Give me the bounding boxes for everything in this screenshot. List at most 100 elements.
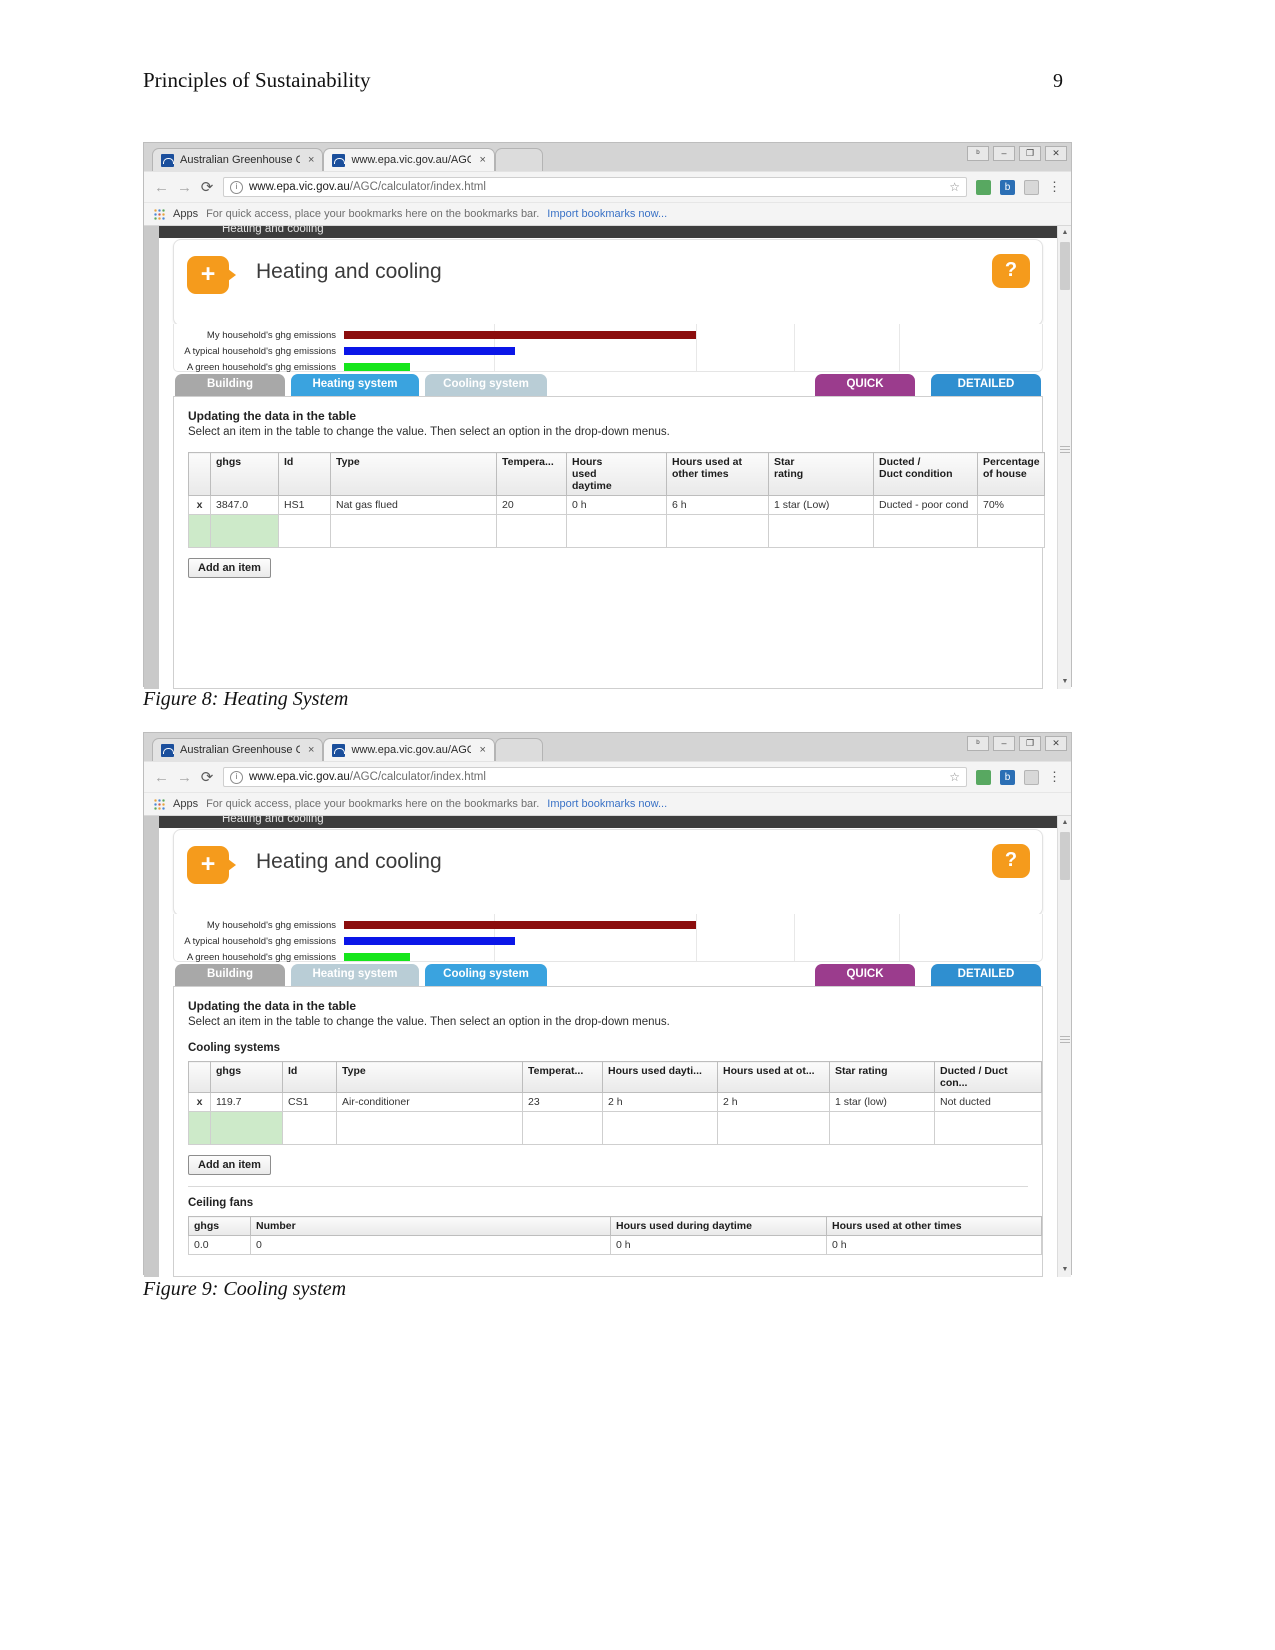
tab-detailed[interactable]: DETAILED — [931, 964, 1041, 986]
help-icon[interactable]: ? — [992, 254, 1030, 288]
bookmark-star-icon[interactable]: ☆ — [949, 180, 960, 194]
url-bar[interactable]: i www.epa.vic.gov.au/AGC/calculator/inde… — [223, 767, 967, 787]
back-icon[interactable]: ← — [154, 179, 169, 196]
cell-hours-other[interactable]: 0 h — [826, 1235, 1042, 1255]
forward-icon[interactable]: → — [177, 769, 192, 786]
import-bookmarks-link[interactable]: Import bookmarks now... — [547, 798, 667, 810]
reload-icon[interactable]: ⟳ — [200, 178, 214, 196]
browser-menu-icon[interactable]: ⋮ — [1048, 770, 1061, 783]
cell-temperature[interactable]: 20 — [496, 495, 567, 515]
tab-quick[interactable]: QUICK — [815, 964, 915, 986]
cell-hours-daytime[interactable]: 0 h — [610, 1235, 827, 1255]
apps-grid-icon[interactable] — [154, 208, 165, 220]
minimize-button[interactable]: – — [993, 736, 1015, 751]
scrollbar-grip-icon[interactable] — [1060, 446, 1070, 455]
tab-heating-system[interactable]: Heating system — [291, 374, 419, 396]
tab-cooling-system[interactable]: Cooling system — [425, 374, 547, 396]
close-icon[interactable]: × — [308, 154, 314, 166]
browser-tabstrip[interactable]: Australian Greenhouse C × www.epa.vic.go… — [144, 733, 1071, 761]
cell-id[interactable]: HS1 — [278, 495, 331, 515]
cell-hours-other[interactable]: 6 h — [666, 495, 769, 515]
new-tab-button[interactable] — [494, 148, 543, 171]
browser-tab-1[interactable]: Australian Greenhouse C × — [152, 738, 324, 761]
row-delete-button[interactable]: x — [188, 495, 211, 515]
green-extension-icon[interactable] — [976, 179, 991, 195]
cell-type[interactable]: Nat gas flued — [330, 495, 497, 515]
app-tabs-figure8[interactable]: Building Heating system Cooling system Q… — [173, 374, 1043, 396]
site-info-icon[interactable]: i — [230, 180, 243, 194]
table-row[interactable]: 0.0 0 0 h 0 h — [188, 1235, 1042, 1255]
bookmarks-bar[interactable]: Apps For quick access, place your bookma… — [144, 202, 1071, 225]
table-row-empty[interactable] — [188, 514, 1045, 548]
browser-window-figure9[interactable]: Australian Greenhouse C × www.epa.vic.go… — [143, 732, 1072, 1277]
cell-star-rating[interactable]: 1 star (low) — [829, 1092, 935, 1112]
cell-temperature[interactable]: 23 — [522, 1092, 603, 1112]
tab-heating-system[interactable]: Heating system — [291, 964, 419, 986]
url-bar[interactable]: i www.epa.vic.gov.au/AGC/calculator/inde… — [223, 177, 967, 197]
scroll-up-icon[interactable]: ▲ — [1058, 226, 1071, 240]
tab-detailed[interactable]: DETAILED — [931, 374, 1041, 396]
window-controls[interactable]: ᵇ – ❐ ✕ — [967, 736, 1067, 751]
row-delete-button[interactable]: x — [188, 1092, 211, 1112]
browser-tab-2[interactable]: www.epa.vic.gov.au/AGC × — [323, 148, 495, 171]
tab-building[interactable]: Building — [175, 964, 285, 986]
plus-icon[interactable]: + — [187, 256, 236, 294]
vertical-scrollbar[interactable]: ▲ ▼ — [1057, 226, 1071, 689]
cell-hours-other[interactable]: 2 h — [717, 1092, 830, 1112]
apps-label[interactable]: Apps — [173, 798, 198, 810]
heating-systems-table[interactable]: ghgs Id Type Tempera... Hours used dayti… — [188, 452, 1045, 548]
scroll-up-icon[interactable]: ▲ — [1058, 816, 1071, 830]
table-row-empty[interactable] — [188, 1111, 1042, 1145]
browser-tab-2[interactable]: www.epa.vic.gov.au/AGC × — [323, 738, 495, 761]
new-tab-button[interactable] — [494, 738, 543, 761]
table-row[interactable]: x 3847.0 HS1 Nat gas flued 20 0 h 6 h 1 … — [188, 495, 1045, 515]
cell-number[interactable]: 0 — [250, 1235, 611, 1255]
profile-icon[interactable]: ᵇ — [967, 736, 989, 751]
profile-icon[interactable]: ᵇ — [967, 146, 989, 161]
browser-omnibar[interactable]: ← → ⟳ i www.epa.vic.gov.au/AGC/calculato… — [144, 761, 1071, 792]
site-info-icon[interactable]: i — [230, 770, 243, 784]
b-extension-icon[interactable]: b — [1000, 769, 1015, 785]
cell-hours-daytime[interactable]: 0 h — [566, 495, 667, 515]
cell-id[interactable]: CS1 — [282, 1092, 337, 1112]
scrollbar-thumb[interactable] — [1060, 242, 1070, 290]
add-item-button[interactable]: Add an item — [188, 1155, 271, 1175]
reload-icon[interactable]: ⟳ — [200, 768, 214, 786]
tab-cooling-system[interactable]: Cooling system — [425, 964, 547, 986]
scrollbar-grip-icon[interactable] — [1060, 1036, 1070, 1045]
cell-percentage[interactable]: 70% — [977, 495, 1045, 515]
forward-icon[interactable]: → — [177, 179, 192, 196]
browser-tab-1[interactable]: Australian Greenhouse C × — [152, 148, 324, 171]
apps-grid-icon[interactable] — [154, 798, 165, 810]
close-icon[interactable]: × — [479, 744, 485, 756]
bookmark-star-icon[interactable]: ☆ — [949, 770, 960, 784]
eye-extension-icon[interactable] — [1024, 179, 1039, 195]
green-extension-icon[interactable] — [976, 769, 991, 785]
scrollbar-thumb[interactable] — [1060, 832, 1070, 880]
browser-omnibar[interactable]: ← → ⟳ i www.epa.vic.gov.au/AGC/calculato… — [144, 171, 1071, 202]
b-extension-icon[interactable]: b — [1000, 179, 1015, 195]
browser-window-figure8[interactable]: Australian Greenhouse C × www.epa.vic.go… — [143, 142, 1072, 689]
add-item-button[interactable]: Add an item — [188, 558, 271, 578]
cell-ducted[interactable]: Not ducted — [934, 1092, 1042, 1112]
tab-quick[interactable]: QUICK — [815, 374, 915, 396]
close-icon[interactable]: × — [479, 154, 485, 166]
app-tabs-figure9[interactable]: Building Heating system Cooling system Q… — [173, 964, 1043, 986]
help-icon[interactable]: ? — [992, 844, 1030, 878]
maximize-button[interactable]: ❐ — [1019, 146, 1041, 161]
maximize-button[interactable]: ❐ — [1019, 736, 1041, 751]
bookmarks-bar[interactable]: Apps For quick access, place your bookma… — [144, 792, 1071, 815]
back-icon[interactable]: ← — [154, 769, 169, 786]
scroll-down-icon[interactable]: ▼ — [1058, 1263, 1071, 1277]
cell-star-rating[interactable]: 1 star (Low) — [768, 495, 874, 515]
close-icon[interactable]: × — [308, 744, 314, 756]
cell-type[interactable]: Air-conditioner — [336, 1092, 523, 1112]
ceiling-fans-table[interactable]: ghgs Number Hours used during daytime Ho… — [188, 1216, 1042, 1255]
browser-tabstrip[interactable]: Australian Greenhouse C × www.epa.vic.go… — [144, 143, 1071, 171]
cell-hours-daytime[interactable]: 2 h — [602, 1092, 718, 1112]
plus-icon[interactable]: + — [187, 846, 236, 884]
vertical-scrollbar[interactable]: ▲ ▼ — [1057, 816, 1071, 1277]
table-row[interactable]: x 119.7 CS1 Air-conditioner 23 2 h 2 h 1… — [188, 1092, 1042, 1112]
tab-building[interactable]: Building — [175, 374, 285, 396]
import-bookmarks-link[interactable]: Import bookmarks now... — [547, 208, 667, 220]
